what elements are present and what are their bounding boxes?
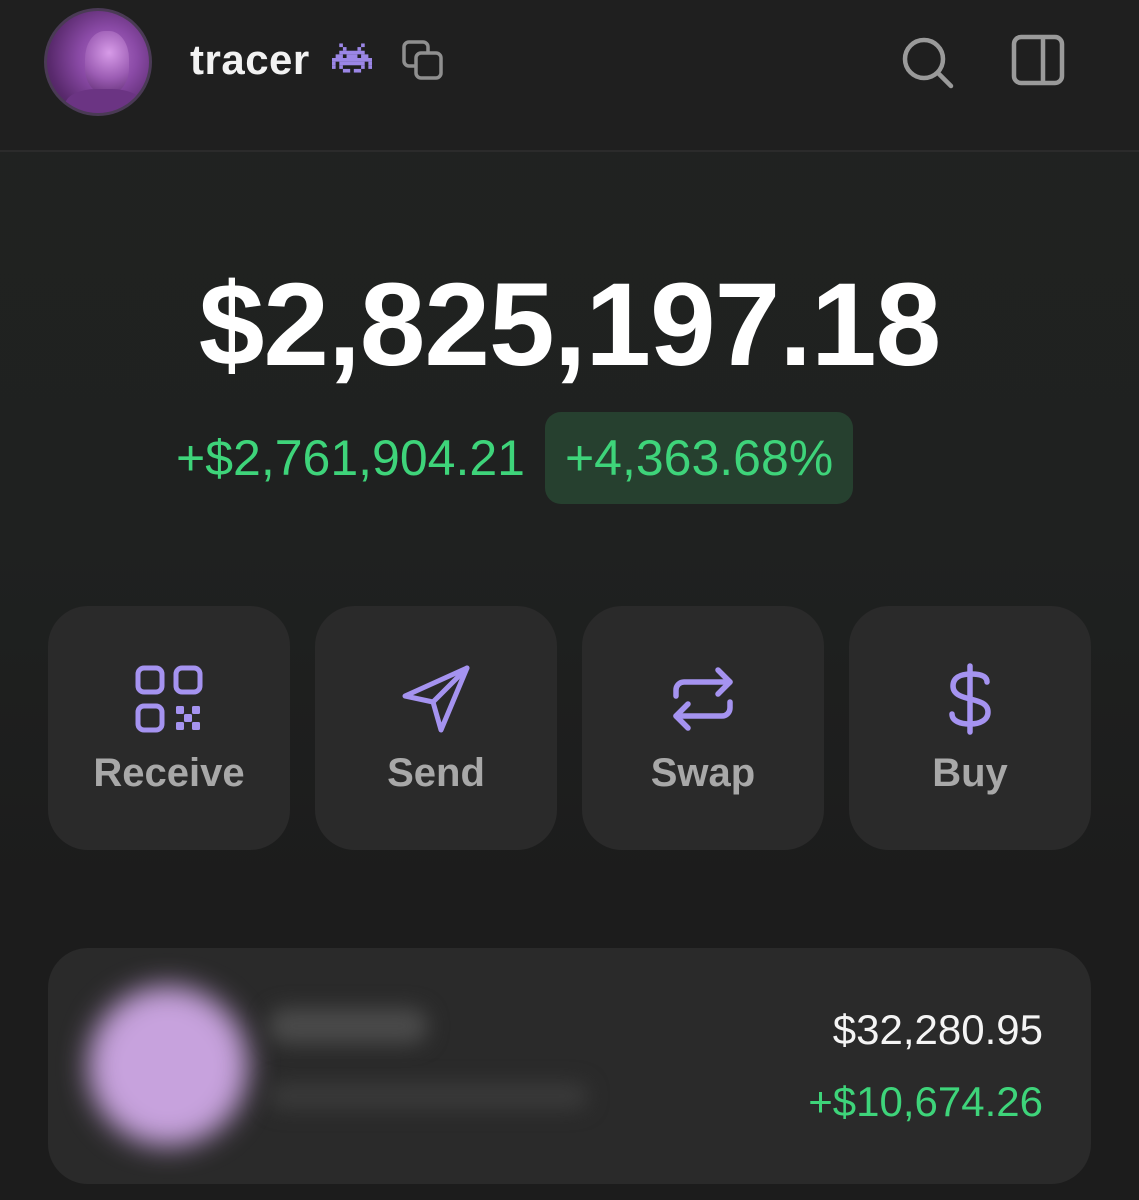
- action-buttons: Receive Send Swap Buy: [48, 606, 1091, 850]
- swap-label: Swap: [650, 751, 756, 795]
- portfolio-change: +$2,761,904.21 +4,363.68%: [176, 412, 854, 504]
- token-value: $32,280.95: [832, 1006, 1043, 1053]
- search-icon[interactable]: [898, 32, 958, 92]
- dollar-icon: [949, 663, 991, 735]
- sidebar-panel-icon[interactable]: [1008, 30, 1068, 90]
- change-amount: +$2,761,904.21: [176, 430, 525, 486]
- copy-icon[interactable]: [400, 38, 446, 82]
- buy-button[interactable]: Buy: [849, 606, 1091, 850]
- token-name-blurred: [268, 1008, 428, 1044]
- qr-code-icon: [135, 665, 203, 733]
- token-row[interactable]: $32,280.95 +$10,674.26: [48, 948, 1091, 1184]
- receive-label: Receive: [93, 751, 245, 795]
- wallet-app: tracer $2,825,197.18 +$2,761,904.21 +4,3…: [0, 0, 1139, 1200]
- send-button[interactable]: Send: [315, 606, 557, 850]
- change-percent-badge: +4,363.68%: [544, 412, 854, 504]
- portfolio-balance: $2,825,197.18: [198, 259, 942, 391]
- send-icon: [402, 665, 470, 733]
- username[interactable]: tracer: [190, 36, 310, 84]
- space-invader-icon: [332, 43, 372, 73]
- send-label: Send: [387, 751, 485, 795]
- avatar[interactable]: [44, 8, 152, 116]
- token-logo: [88, 986, 248, 1146]
- buy-label: Buy: [932, 751, 1008, 795]
- avatar-shoulders: [65, 89, 143, 113]
- swap-icon: [673, 667, 733, 731]
- token-change: +$10,674.26: [808, 1078, 1043, 1125]
- swap-button[interactable]: Swap: [582, 606, 824, 850]
- header: tracer: [0, 0, 1139, 152]
- token-balance-blurred: [268, 1083, 588, 1109]
- avatar-head: [85, 31, 129, 93]
- receive-button[interactable]: Receive: [48, 606, 290, 850]
